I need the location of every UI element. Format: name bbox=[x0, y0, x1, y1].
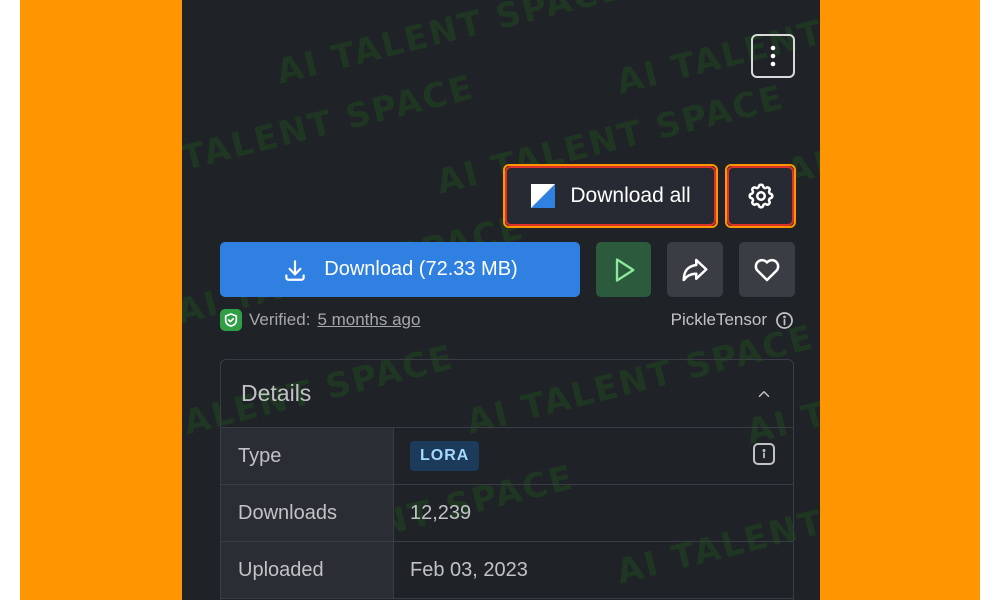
row-label: Uploaded bbox=[221, 542, 394, 598]
row-label: Downloads bbox=[221, 485, 394, 541]
details-title: Details bbox=[241, 380, 312, 406]
more-options-button[interactable] bbox=[751, 34, 795, 78]
details-card: Details Type LORA Downloads 12,239 Uploa… bbox=[220, 359, 794, 600]
row-label: Type bbox=[221, 428, 394, 484]
info-icon[interactable] bbox=[753, 443, 775, 465]
orange-frame-right bbox=[820, 0, 980, 600]
row-value: 12,239 bbox=[410, 501, 472, 524]
share-button[interactable] bbox=[667, 242, 723, 297]
model-type-badge: LORA bbox=[410, 441, 480, 471]
run-button[interactable] bbox=[596, 242, 651, 297]
download-button[interactable]: Download (72.33 MB) bbox=[220, 242, 580, 297]
watermark-text: AI TALENT SPACE bbox=[272, 0, 629, 93]
square-diagonal-icon bbox=[531, 184, 556, 208]
verified-time-link[interactable]: 5 months ago bbox=[317, 310, 420, 330]
download-all-label: Download all bbox=[570, 184, 691, 207]
details-header[interactable]: Details bbox=[221, 360, 793, 428]
shield-check-icon bbox=[220, 309, 242, 331]
table-row: Uploaded Feb 03, 2023 bbox=[221, 542, 793, 599]
model-sidebar-panel: AI TALENT SPACE AI TALENT SPACE AI TALEN… bbox=[182, 0, 820, 600]
favorite-button[interactable] bbox=[739, 242, 795, 297]
file-format-info[interactable]: PickleTensor bbox=[671, 308, 794, 332]
share-icon bbox=[682, 258, 708, 281]
row-value: LORA bbox=[394, 428, 793, 484]
vertical-dots-icon bbox=[770, 45, 776, 67]
orange-frame-left bbox=[20, 0, 182, 600]
verification-status: Verified: 5 months ago bbox=[220, 308, 420, 332]
info-icon bbox=[776, 311, 793, 329]
play-icon bbox=[615, 257, 634, 282]
download-icon bbox=[285, 259, 306, 281]
file-format-label: PickleTensor bbox=[670, 310, 767, 329]
heart-icon bbox=[754, 258, 780, 281]
gear-icon bbox=[747, 183, 774, 209]
chevron-up-icon bbox=[758, 390, 770, 397]
verified-prefix: Verified: bbox=[249, 310, 311, 329]
settings-button[interactable] bbox=[727, 166, 794, 226]
table-row: Type LORA bbox=[221, 428, 793, 485]
watermark-text: AI TALENT SPACE bbox=[182, 67, 479, 192]
download-label: Download (72.33 MB) bbox=[324, 258, 518, 280]
download-all-button[interactable]: Download all bbox=[505, 166, 716, 226]
row-value: Feb 03, 2023 bbox=[410, 558, 528, 581]
table-row: Downloads 12,239 bbox=[221, 485, 793, 542]
